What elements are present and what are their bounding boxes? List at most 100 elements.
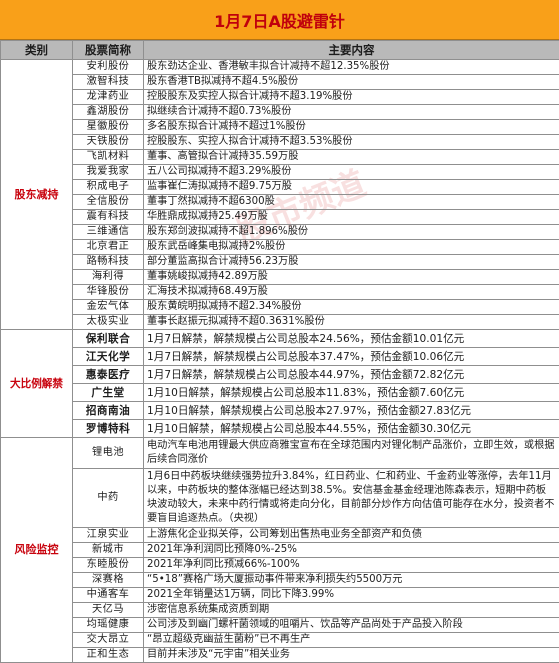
stock-name-cell: 均瑶健康: [73, 618, 144, 633]
table-row: 华锋股份汇海技术拟减持68.49万股: [1, 285, 559, 300]
content-cell: 2021年净利润同比预降0%-25%: [144, 543, 559, 558]
content-cell: 1月10日解禁，解禁规模占公司总股本11.83%，预估金额7.60亿元: [144, 384, 559, 402]
content-cell: 1月7日解禁，解禁规模占公司总股本24.56%，预估金额10.01亿元: [144, 330, 559, 348]
content-cell: 华胜鼎成拟减持25.49万股: [144, 210, 559, 225]
category-cell: 大比例解禁: [1, 330, 73, 438]
header-row: 类别 股票简称 主要内容: [1, 41, 559, 60]
stock-name-cell: 北京君正: [73, 240, 144, 255]
table-row: 三维通信股东郑剑波拟减持不超1.896%股份: [1, 225, 559, 240]
table-row: 龙津药业控股股东及实控人拟合计减持不超3.19%股份: [1, 90, 559, 105]
content-cell: 监事崔仁涛拟减持不超9.75万股: [144, 180, 559, 195]
table-row: 路畅科技部分董监高拟合计减持56.23万股: [1, 255, 559, 270]
table-row: 大比例解禁保利联合1月7日解禁，解禁规模占公司总股本24.56%，预估金额10.…: [1, 330, 559, 348]
stock-name-cell: 中药: [73, 469, 144, 528]
table-row: 罗博特科1月10日解禁，解禁规模占公司总股本44.55%，预估金额30.30亿元: [1, 420, 559, 438]
content-cell: 控股股东、实控人拟合计减持不超3.53%股份: [144, 135, 559, 150]
table-row: 深赛格“5•18”赛格广场大厦振动事件带来净利损失约5500万元: [1, 573, 559, 588]
stock-name-cell: 江天化学: [73, 348, 144, 366]
stock-name-cell: 我爱我家: [73, 165, 144, 180]
content-cell: 上游焦化企业拟关停，公司筹划出售热电业务全部资产和负债: [144, 528, 559, 543]
content-cell: 1月7日解禁，解禁规模占公司总股本44.97%，预估金额72.82亿元: [144, 366, 559, 384]
stock-name-cell: 飞凯材料: [73, 150, 144, 165]
stock-name-cell: 正和生态: [73, 648, 144, 663]
table-row: 震有科技华胜鼎成拟减持25.49万股: [1, 210, 559, 225]
table-row: 激智科技股东香港TB拟减持不超4.5%股份: [1, 75, 559, 90]
stock-name-cell: 天亿马: [73, 603, 144, 618]
stock-name-cell: 招商南油: [73, 402, 144, 420]
stock-name-cell: 星徽股份: [73, 120, 144, 135]
stock-name-cell: 新城市: [73, 543, 144, 558]
table-row: 新城市2021年净利润同比预降0%-25%: [1, 543, 559, 558]
content-cell: 董事长赵振元拟减持不超0.3631%股份: [144, 315, 559, 330]
stock-name-cell: 三维通信: [73, 225, 144, 240]
content-cell: 公司涉及到幽门螺杆菌领域的咀嚼片、饮品等产品尚处于产品投入阶段: [144, 618, 559, 633]
stock-name-cell: 金宏气体: [73, 300, 144, 315]
content-cell: 股东香港TB拟减持不超4.5%股份: [144, 75, 559, 90]
table-row: 中通客车2021全年销量达1万辆，同比下降3.99%: [1, 588, 559, 603]
stock-name-cell: 交大昂立: [73, 633, 144, 648]
table-row: 金宏气体股东黄皖明拟减持不超2.34%股份: [1, 300, 559, 315]
table-row: 我爱我家五八公司拟减持不超3.29%股份: [1, 165, 559, 180]
category-cell: 股东减持: [1, 60, 73, 330]
stock-name-cell: 江泉实业: [73, 528, 144, 543]
stock-name-cell: 太极实业: [73, 315, 144, 330]
content-cell: 控股股东及实控人拟合计减持不超3.19%股份: [144, 90, 559, 105]
stock-name-cell: 龙津药业: [73, 90, 144, 105]
stock-name-cell: 东睦股份: [73, 558, 144, 573]
content-cell: 股东劲达企业、香港敏丰拟合计减持不超12.35%股份: [144, 60, 559, 75]
table-row: 惠泰医疗1月7日解禁，解禁规模占公司总股本44.97%，预估金额72.82亿元: [1, 366, 559, 384]
table-row: 东睦股份2021年净利同比预减66%-100%: [1, 558, 559, 573]
stock-name-cell: 锂电池: [73, 438, 144, 469]
content-cell: 董事丁然拟减持不超6300股: [144, 195, 559, 210]
risk-table: 类别 股票简称 主要内容 股东减持安利股份股东劲达企业、香港敏丰拟合计减持不超1…: [0, 40, 559, 663]
stock-name-cell: 积成电子: [73, 180, 144, 195]
table-row: 北京君正股东武岳峰集电拟减持2%股份: [1, 240, 559, 255]
table-row: 太极实业董事长赵振元拟减持不超0.3631%股份: [1, 315, 559, 330]
header-category: 类别: [1, 41, 73, 60]
content-cell: 1月10日解禁，解禁规模占公司总股本27.97%，预估金额27.83亿元: [144, 402, 559, 420]
stock-name-cell: 深赛格: [73, 573, 144, 588]
table-row: 天铁股份控股股东、实控人拟合计减持不超3.53%股份: [1, 135, 559, 150]
content-cell: 目前并未涉及“元宇宙”相关业务: [144, 648, 559, 663]
stock-name-cell: 天铁股份: [73, 135, 144, 150]
content-cell: 拟继续合计减持不超0.73%股份: [144, 105, 559, 120]
stock-name-cell: 路畅科技: [73, 255, 144, 270]
stock-name-cell: 广生堂: [73, 384, 144, 402]
stock-name-cell: 震有科技: [73, 210, 144, 225]
table-body: 股东减持安利股份股东劲达企业、香港敏丰拟合计减持不超12.35%股份激智科技股东…: [1, 60, 559, 663]
content-cell: 电动汽车电池用锂最大供应商雅宝宣布在全球范围内对锂化制产品涨价，立即生效，或根据…: [144, 438, 559, 469]
avoid-risk-sheet: 1月7日A股避雷针 股市频道 类别 股票简称 主要内容 股东减持安利股份股东劲达…: [0, 0, 559, 626]
table-row: 风险监控锂电池电动汽车电池用锂最大供应商雅宝宣布在全球范围内对锂化制产品涨价，立…: [1, 438, 559, 469]
content-cell: 多名股东拟合计减持不超过1%股份: [144, 120, 559, 135]
content-cell: 汇海技术拟减持68.49万股: [144, 285, 559, 300]
header-content: 主要内容: [144, 41, 559, 60]
table-row: 全信股份董事丁然拟减持不超6300股: [1, 195, 559, 210]
stock-name-cell: 鑫湖股份: [73, 105, 144, 120]
table-row: 股东减持安利股份股东劲达企业、香港敏丰拟合计减持不超12.35%股份: [1, 60, 559, 75]
stock-name-cell: 中通客车: [73, 588, 144, 603]
table-row: 星徽股份多名股东拟合计减持不超过1%股份: [1, 120, 559, 135]
content-cell: 董事、高管拟合计减持35.59万股: [144, 150, 559, 165]
stock-name-cell: 海利得: [73, 270, 144, 285]
table-row: 交大昂立“昂立超级克幽益生菌粉”已不再生产: [1, 633, 559, 648]
stock-name-cell: 激智科技: [73, 75, 144, 90]
table-row: 均瑶健康公司涉及到幽门螺杆菌领域的咀嚼片、饮品等产品尚处于产品投入阶段: [1, 618, 559, 633]
stock-name-cell: 安利股份: [73, 60, 144, 75]
category-cell: 风险监控: [1, 438, 73, 663]
content-cell: 2021年净利同比预减66%-100%: [144, 558, 559, 573]
content-cell: 涉密信息系统集成资质到期: [144, 603, 559, 618]
content-cell: 董事姚峻拟减持42.89万股: [144, 270, 559, 285]
header-stock: 股票简称: [73, 41, 144, 60]
content-cell: 五八公司拟减持不超3.29%股份: [144, 165, 559, 180]
table-row: 鑫湖股份拟继续合计减持不超0.73%股份: [1, 105, 559, 120]
sheet-title: 1月7日A股避雷针: [0, 0, 559, 40]
content-cell: 1月10日解禁，解禁规模占公司总股本44.55%，预估金额30.30亿元: [144, 420, 559, 438]
content-cell: 部分董监高拟合计减持56.23万股: [144, 255, 559, 270]
table-row: 广生堂1月10日解禁，解禁规模占公司总股本11.83%，预估金额7.60亿元: [1, 384, 559, 402]
table-row: 江泉实业上游焦化企业拟关停，公司筹划出售热电业务全部资产和负债: [1, 528, 559, 543]
table-row: 正和生态目前并未涉及“元宇宙”相关业务: [1, 648, 559, 663]
table-row: 飞凯材料董事、高管拟合计减持35.59万股: [1, 150, 559, 165]
table-row: 积成电子监事崔仁涛拟减持不超9.75万股: [1, 180, 559, 195]
table-row: 招商南油1月10日解禁，解禁规模占公司总股本27.97%，预估金额27.83亿元: [1, 402, 559, 420]
stock-name-cell: 华锋股份: [73, 285, 144, 300]
